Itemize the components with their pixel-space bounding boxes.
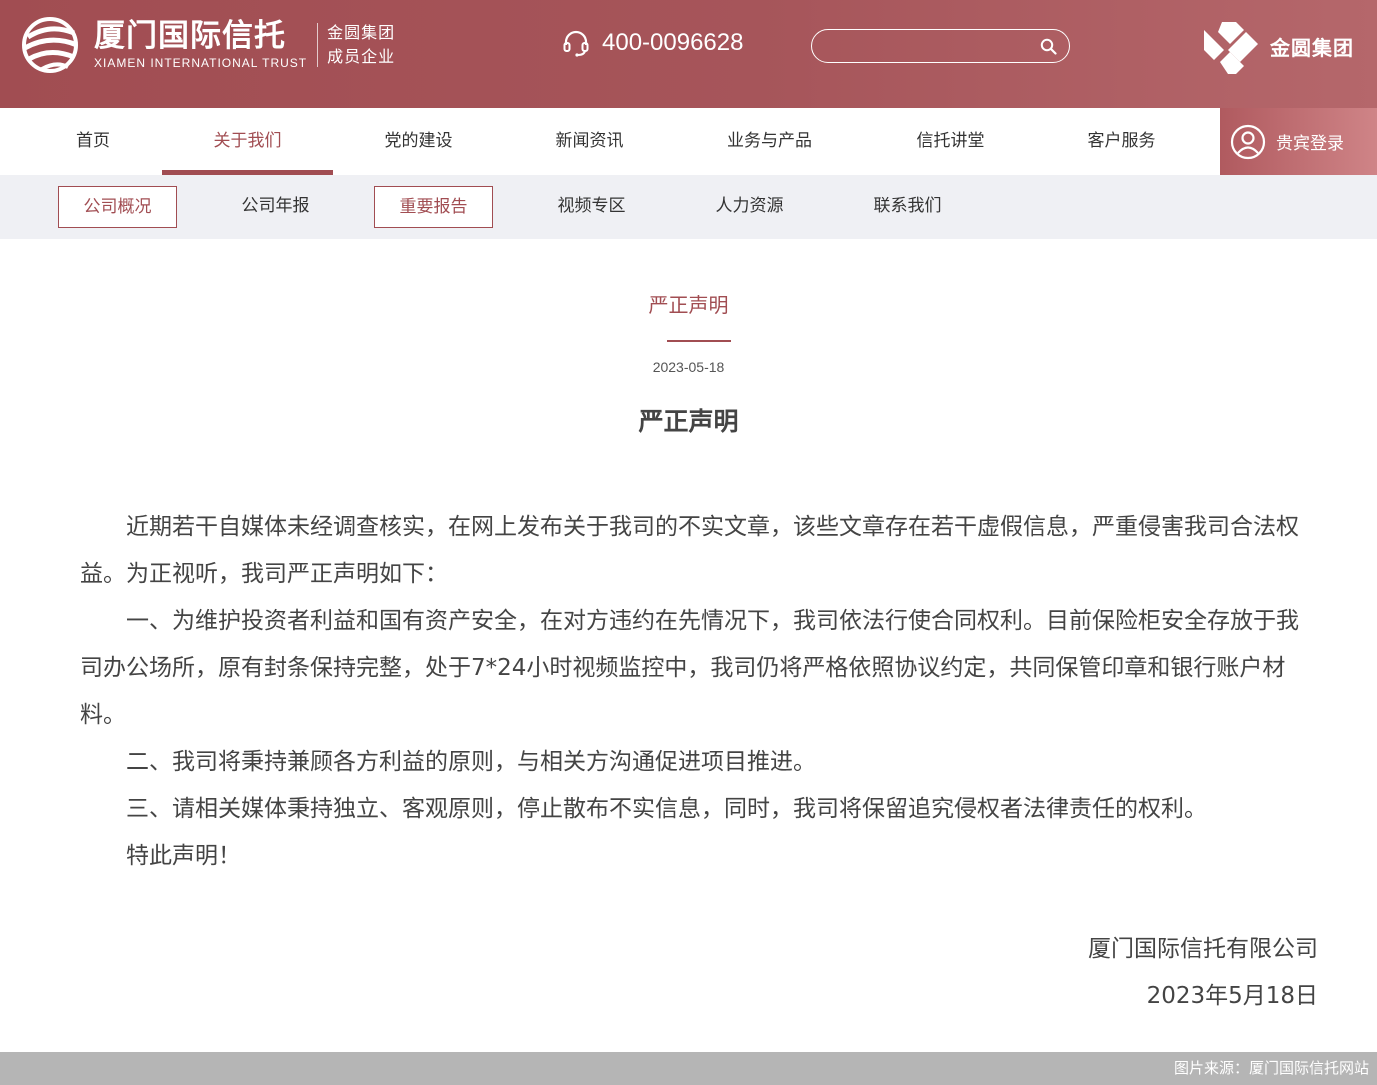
nav-home[interactable]: 首页 (10, 108, 176, 175)
nav-about-us[interactable]: 关于我们 (162, 108, 333, 175)
signature-company: 厦门国际信托有限公司 (1088, 936, 1318, 962)
headset-icon (563, 30, 589, 57)
signature-date: 2023年5月18日 (1146, 983, 1318, 1009)
logo-cn: 厦门国际信托 (94, 18, 286, 54)
nav-business-products[interactable]: 业务与产品 (684, 108, 855, 175)
xitic-logo-icon (22, 17, 78, 73)
search-input[interactable] (826, 34, 1036, 58)
article-paragraph: 三、请相关媒体秉持独立、客观原则，停止散布不实信息，同时，我司将保留追究侵权者法… (126, 796, 1207, 822)
nav-customer-service[interactable]: 客户服务 (1036, 108, 1207, 175)
subnav-human-resources[interactable]: 人力资源 (690, 186, 809, 228)
jinyuan-logo-icon (1204, 22, 1258, 74)
hotline-number: 400-0096628 (602, 29, 744, 56)
user-avatar-icon (1230, 124, 1266, 159)
top-header: 厦门国际信托 XIAMEN INTERNATIONAL TRUST 金圆集团 成… (0, 0, 1377, 108)
article-paragraph: 特此声明！ (126, 843, 241, 869)
article-section-title: 严正声明 (648, 293, 729, 317)
logo-en: XIAMEN INTERNATIONAL TRUST (94, 56, 308, 70)
image-source-credit: 图片来源：厦门国际信托网站 (1173, 1059, 1369, 1077)
subnav-contact-us[interactable]: 联系我们 (848, 186, 967, 228)
jinyuan-group-name: 金圆集团 (1270, 35, 1354, 60)
hotline: 400-0096628 (562, 29, 743, 57)
nav-trust-lecture[interactable]: 信托讲堂 (865, 108, 1036, 175)
footer-bar: 图片来源：厦门国际信托网站 (0, 1052, 1377, 1085)
search-box[interactable] (811, 29, 1070, 63)
search-icon[interactable] (1040, 38, 1057, 55)
sub-nav: 公司概况 公司年报 重要报告 视频专区 人力资源 联系我们 (0, 175, 1377, 239)
nav-party-building[interactable]: 党的建设 (333, 108, 504, 175)
logo-divider (317, 23, 319, 67)
subnav-videos[interactable]: 视频专区 (532, 186, 651, 228)
jinyuan-group-logo[interactable]: 金圆集团 (1200, 18, 1354, 74)
group-line1: 金圆集团 (327, 23, 396, 42)
group-line2: 成员企业 (327, 47, 396, 66)
subnav-company-overview[interactable]: 公司概况 (58, 186, 177, 228)
vip-login-button[interactable]: 贵宾登录 (1220, 108, 1377, 175)
main-nav: 首页 关于我们 党的建设 新闻资讯 业务与产品 信托讲堂 客户服务 贵宾登录 (0, 108, 1377, 175)
title-underline (667, 340, 731, 342)
article-paragraph: 近期若干自媒体未经调查核实，在网上发布关于我司的不实文章，该些文章存在若干虚假信… (80, 514, 1299, 587)
subnav-annual-report[interactable]: 公司年报 (216, 186, 335, 228)
site-logo[interactable]: 厦门国际信托 XIAMEN INTERNATIONAL TRUST 金圆集团 成… (22, 17, 395, 73)
article-body: 近期若干自媒体未经调查核实，在网上发布关于我司的不实文章，该些文章存在若干虚假信… (80, 504, 1318, 880)
subnav-important-reports[interactable]: 重要报告 (374, 186, 493, 228)
article-paragraph: 一、为维护投资者利益和国有资产安全，在对方违约在先情况下，我司依法行使合同权利。… (80, 608, 1299, 728)
nav-news[interactable]: 新闻资讯 (504, 108, 675, 175)
article-title: 严正声明 (638, 407, 739, 436)
article-date: 2023-05-18 (652, 359, 725, 375)
article-paragraph: 二、我司将秉持兼顾各方利益的原则，与相关方沟通促进项目推进。 (126, 749, 816, 775)
login-label: 贵宾登录 (1276, 134, 1344, 154)
